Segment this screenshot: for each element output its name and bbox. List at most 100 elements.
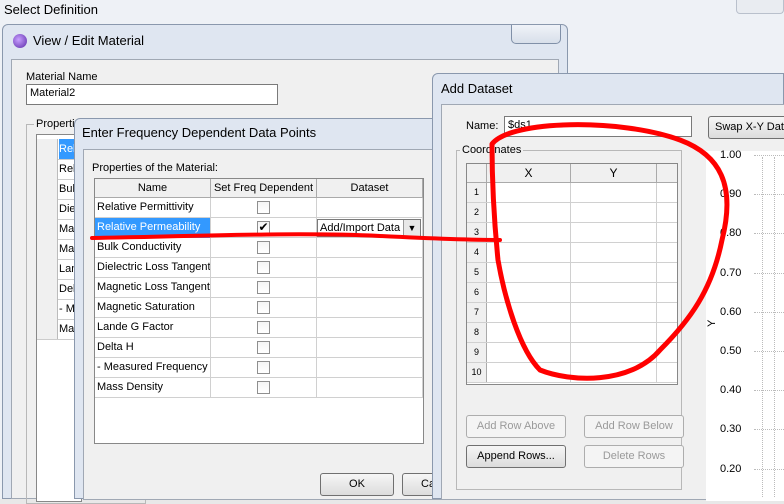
dataset-cell[interactable]	[317, 338, 423, 358]
set-freq-dependent-checkbox[interactable]	[257, 321, 270, 334]
row-header[interactable]	[37, 279, 58, 299]
property-name-cell[interactable]: - Measured Frequency	[95, 358, 211, 378]
select-definition-close-button[interactable]	[736, 0, 784, 14]
property-name-cell[interactable]: Magnetic Saturation	[95, 298, 211, 318]
row-number[interactable]: 6	[467, 283, 487, 302]
row-number[interactable]: 8	[467, 323, 487, 342]
freq-property-row[interactable]: Delta H	[95, 338, 423, 358]
set-freq-dependent-checkbox[interactable]	[257, 241, 270, 254]
set-freq-dependent-cell[interactable]	[211, 198, 317, 218]
append-rows-button[interactable]: Append Rows...	[466, 445, 566, 468]
freq-property-row[interactable]: Dielectric Loss Tangent	[95, 258, 423, 278]
row-number[interactable]: 3	[467, 223, 487, 242]
add-row-above-button[interactable]: Add Row Above	[466, 415, 566, 438]
freq-property-row[interactable]: - Measured Frequency	[95, 358, 423, 378]
x-value-cell[interactable]	[487, 303, 571, 323]
swap-xy-data-button[interactable]: Swap X-Y Data	[708, 116, 784, 139]
set-freq-dependent-cell[interactable]	[211, 298, 317, 318]
delete-rows-button[interactable]: Delete Rows	[584, 445, 684, 468]
coordinate-row[interactable]: 7	[467, 303, 677, 323]
row-number[interactable]: 1	[467, 183, 487, 202]
property-name-cell[interactable]: Mass Density	[95, 378, 211, 398]
row-header[interactable]	[37, 159, 58, 179]
freq-property-row[interactable]: Relative Permittivity	[95, 198, 423, 218]
set-freq-dependent-cell[interactable]	[211, 378, 317, 398]
dataset-cell[interactable]	[317, 238, 423, 258]
property-name-cell[interactable]: Bulk Conductivity	[95, 238, 211, 258]
set-freq-dependent-cell[interactable]: ✔	[211, 218, 317, 238]
freq-property-row[interactable]: Lande G Factor	[95, 318, 423, 338]
y-value-cell[interactable]	[571, 283, 657, 303]
y-value-cell[interactable]	[571, 323, 657, 343]
coordinate-row[interactable]: 9	[467, 343, 677, 363]
column-header-dataset[interactable]: Dataset	[317, 179, 423, 198]
coordinate-row[interactable]: 6	[467, 283, 677, 303]
row-header[interactable]	[37, 239, 58, 259]
y-value-cell[interactable]	[571, 203, 657, 223]
property-name-cell[interactable]: Lande G Factor	[95, 318, 211, 338]
y-value-cell[interactable]	[571, 183, 657, 203]
coordinate-row[interactable]: 5	[467, 263, 677, 283]
set-freq-dependent-checkbox[interactable]	[257, 261, 270, 274]
row-header[interactable]	[37, 299, 58, 319]
y-value-cell[interactable]	[571, 343, 657, 363]
set-freq-dependent-cell[interactable]	[211, 258, 317, 278]
set-freq-dependent-checkbox[interactable]	[257, 301, 270, 314]
x-value-cell[interactable]	[487, 243, 571, 263]
x-value-cell[interactable]	[487, 323, 571, 343]
row-header[interactable]	[37, 219, 58, 239]
coordinate-row[interactable]: 3	[467, 223, 677, 243]
y-value-cell[interactable]	[571, 243, 657, 263]
set-freq-dependent-checkbox[interactable]: ✔	[257, 221, 270, 234]
set-freq-dependent-cell[interactable]	[211, 358, 317, 378]
dropdown-arrow-icon[interactable]: ▼	[403, 220, 420, 236]
y-value-cell[interactable]	[571, 363, 657, 383]
row-header[interactable]	[37, 139, 58, 159]
set-freq-dependent-cell[interactable]	[211, 318, 317, 338]
freq-property-row[interactable]: Magnetic Saturation	[95, 298, 423, 318]
x-value-cell[interactable]	[487, 283, 571, 303]
property-name-cell[interactable]: Relative Permittivity	[95, 198, 211, 218]
set-freq-dependent-checkbox[interactable]	[257, 361, 270, 374]
coordinate-row[interactable]: 2	[467, 203, 677, 223]
y-value-cell[interactable]	[571, 223, 657, 243]
x-value-cell[interactable]	[487, 363, 571, 383]
property-name-cell[interactable]: Relative Permeability	[95, 218, 211, 238]
column-header-set-freq-dependent[interactable]: Set Freq Dependent	[211, 179, 317, 198]
dataset-dropdown[interactable]: Add/Import Data ▼	[317, 219, 421, 237]
dataset-cell[interactable]	[317, 378, 423, 398]
dataset-cell[interactable]	[317, 298, 423, 318]
row-number[interactable]: 2	[467, 203, 487, 222]
column-header-x[interactable]: X	[487, 164, 571, 183]
ok-button[interactable]: OK	[320, 473, 394, 496]
row-header[interactable]	[37, 259, 58, 279]
freq-property-row[interactable]: Bulk Conductivity	[95, 238, 423, 258]
row-header[interactable]	[37, 319, 58, 339]
material-name-input[interactable]: Material2	[26, 84, 278, 105]
column-header-name[interactable]: Name	[95, 179, 211, 198]
set-freq-dependent-checkbox[interactable]	[257, 341, 270, 354]
set-freq-dependent-cell[interactable]	[211, 338, 317, 358]
x-value-cell[interactable]	[487, 223, 571, 243]
add-row-below-button[interactable]: Add Row Below	[584, 415, 684, 438]
dataset-cell[interactable]	[317, 318, 423, 338]
set-freq-dependent-cell[interactable]	[211, 278, 317, 298]
dataset-cell[interactable]: Add/Import Data ▼	[317, 218, 423, 238]
column-header-f[interactable]: F	[423, 179, 424, 198]
coordinate-row[interactable]: 8	[467, 323, 677, 343]
set-freq-dependent-checkbox[interactable]	[257, 381, 270, 394]
x-value-cell[interactable]	[487, 263, 571, 283]
dataset-cell[interactable]	[317, 358, 423, 378]
dataset-cell[interactable]	[317, 258, 423, 278]
row-number[interactable]: 7	[467, 303, 487, 322]
column-header-y[interactable]: Y	[571, 164, 657, 183]
x-value-cell[interactable]	[487, 343, 571, 363]
set-freq-dependent-checkbox[interactable]	[257, 201, 270, 214]
row-number[interactable]: 5	[467, 263, 487, 282]
dataset-cell[interactable]	[317, 278, 423, 298]
coordinate-row[interactable]: 10	[467, 363, 677, 383]
row-number[interactable]: 9	[467, 343, 487, 362]
material-window-close-button[interactable]	[511, 25, 561, 44]
row-number[interactable]: 4	[467, 243, 487, 262]
row-header[interactable]	[37, 199, 58, 219]
